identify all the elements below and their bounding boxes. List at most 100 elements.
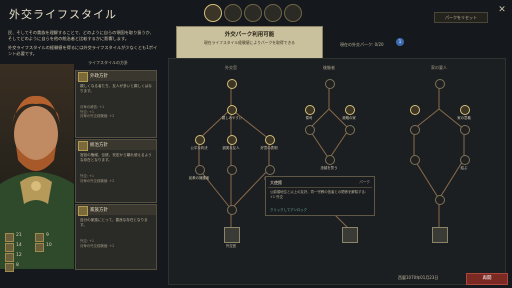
resume-button[interactable]: 再開 bbox=[466, 273, 508, 285]
tooltip-body: 公爵領地位と以上の友好、同一宗教の信者との関係を解除する：+1 外交 bbox=[270, 190, 369, 199]
perk-node[interactable] bbox=[460, 105, 470, 115]
stat-value: 21 bbox=[16, 233, 22, 238]
perk-node[interactable] bbox=[410, 105, 420, 115]
perk-node[interactable] bbox=[265, 165, 275, 175]
banner-title: 外交パーク利用可能 bbox=[224, 32, 275, 38]
focus-desc: 宮廷の権威、伝統、安定から離れ使えるような存在となります。 bbox=[80, 153, 152, 162]
perk-node[interactable] bbox=[227, 135, 237, 145]
perk-node[interactable] bbox=[305, 125, 315, 135]
stat-learning[interactable]: 12 bbox=[5, 252, 35, 262]
perk-tree: 外交官 後継者 家の要人 親しみやすい 公平な判決 誠実な友人 好意の表明 民衆… bbox=[168, 58, 506, 285]
stat-value: 10 bbox=[46, 243, 52, 248]
focus-name: 統治方針 bbox=[90, 143, 108, 148]
diplomat-trait-icon[interactable] bbox=[224, 227, 240, 243]
stat-martial[interactable]: 10 bbox=[35, 242, 65, 252]
focus-card-statecraft[interactable]: 統治方針 宮廷の権威、伝統、安定から離れ使えるような存在となります。 外交: +… bbox=[75, 139, 157, 203]
intro-text: 民、そしてその貴族を理解することで、どのように自らの領国を取り扱うか、そしてどの… bbox=[8, 30, 154, 41]
martial-icon bbox=[35, 243, 44, 252]
perk-node[interactable] bbox=[325, 155, 335, 165]
patriarch-trait-icon[interactable] bbox=[432, 227, 448, 243]
learning-icon bbox=[5, 253, 14, 262]
tab-intrigue-icon[interactable] bbox=[264, 4, 282, 22]
perk-label: 親しみやすい bbox=[221, 116, 243, 120]
perk-label: 家の意義 bbox=[457, 116, 471, 120]
stat-value: 14 bbox=[16, 243, 22, 248]
focus-stats: 外交: +1 月毎の外交経験値: +2 bbox=[80, 239, 115, 248]
focus-foreign-icon bbox=[78, 72, 88, 82]
focus-stats: 外交: +1 月毎の外交経験値: +2 bbox=[80, 174, 115, 183]
tab-diplomacy-icon[interactable] bbox=[204, 4, 222, 22]
perk-node[interactable] bbox=[265, 135, 275, 145]
focus-desc: 親しくなる者たち、友人が多いと親しくはなります。 bbox=[80, 84, 152, 93]
focus-desc: 自分の家族にとって、善良な存在となります。 bbox=[80, 218, 148, 227]
perk-count: 現在の外交パーク: 0/20 bbox=[340, 42, 384, 47]
stewardship-icon bbox=[5, 243, 14, 252]
intro-experience-text: 外交ライフスタイルの経験値を得るには外交ライフスタイルが少なくとも1ポイント必要… bbox=[8, 45, 158, 56]
perk-label: 外交官 bbox=[225, 244, 237, 248]
date-display: 西暦1070年01月23日 bbox=[398, 275, 439, 280]
focus-statecraft-icon bbox=[78, 141, 88, 151]
stat-stewardship[interactable]: 14 bbox=[5, 242, 35, 252]
lifestyle-tabs bbox=[200, 4, 320, 24]
perk-label: 公平な判決 bbox=[190, 146, 208, 150]
focus-card-family[interactable]: 家族方針 自分の家族にとって、善良な存在となります。 外交: +1 月毎の外交経… bbox=[75, 204, 157, 270]
perk-node[interactable] bbox=[227, 205, 237, 215]
perk-label: 誠実な友人 bbox=[222, 146, 240, 150]
stat-diplomacy[interactable]: 21 bbox=[5, 232, 35, 242]
tab-stewardship-icon[interactable] bbox=[244, 4, 262, 22]
banner-desc: 現在ライフスタイル経験値によりパークを取得できる bbox=[204, 40, 295, 45]
perk-node[interactable] bbox=[410, 125, 420, 135]
august-trait-icon[interactable] bbox=[342, 227, 358, 243]
focus-family-icon bbox=[78, 206, 88, 216]
perk-label: 祭司 bbox=[305, 116, 313, 120]
column-header: 後継者 bbox=[323, 65, 335, 70]
perk-label: 政略の家 bbox=[342, 116, 356, 120]
perk-node[interactable] bbox=[195, 165, 205, 175]
perk-node[interactable] bbox=[227, 105, 237, 115]
prowess-icon bbox=[5, 263, 14, 272]
stat-value: 8 bbox=[16, 263, 19, 268]
stat-intrigue[interactable]: 9 bbox=[35, 232, 65, 242]
intrigue-icon bbox=[35, 233, 44, 242]
perk-tooltip: 大使館 パーク 公爵領地位と以上の友好、同一宗教の信者との関係を解除する：+1 … bbox=[265, 176, 375, 216]
perk-node[interactable] bbox=[325, 79, 335, 89]
reset-perks-button[interactable]: パークをリセット bbox=[434, 12, 488, 23]
stat-value: 12 bbox=[16, 253, 22, 258]
perk-available-banner: 外交パーク利用可能 現在ライフスタイル経験値によりパークを取得できる bbox=[176, 26, 323, 62]
tab-learning-icon[interactable] bbox=[284, 4, 302, 22]
tooltip-title: 大使館 bbox=[270, 180, 282, 185]
perk-points-badge: 1 bbox=[396, 38, 404, 46]
close-button[interactable]: ✕ bbox=[497, 5, 507, 15]
tab-martial-icon[interactable] bbox=[224, 4, 242, 22]
perk-label: 民衆の擁護者 bbox=[188, 176, 210, 180]
perk-node[interactable] bbox=[410, 155, 420, 165]
page-title: 外交ライフスタイル bbox=[9, 8, 117, 21]
tooltip-hint: クリックしてアンロック bbox=[270, 208, 308, 212]
perk-node[interactable] bbox=[227, 79, 237, 89]
perk-label: 好意の表明 bbox=[260, 146, 278, 150]
perk-node[interactable] bbox=[435, 79, 445, 89]
perk-label: 忠誠を誓う bbox=[320, 166, 338, 170]
diplomacy-icon bbox=[5, 233, 14, 242]
perk-node[interactable] bbox=[460, 125, 470, 135]
perk-node[interactable] bbox=[460, 155, 470, 165]
perk-node[interactable] bbox=[435, 195, 445, 205]
perk-node[interactable] bbox=[345, 105, 355, 115]
perk-node[interactable] bbox=[345, 125, 355, 135]
focus-stats: 月毎の威信: +1 外交: +1 月毎の外交経験値: +2 bbox=[80, 105, 115, 119]
perk-node[interactable] bbox=[305, 105, 315, 115]
perk-node[interactable] bbox=[227, 165, 237, 175]
focus-name: 家族方針 bbox=[90, 208, 108, 213]
perk-label: 結ぶ bbox=[460, 166, 468, 170]
tooltip-kind: パーク bbox=[359, 180, 370, 184]
stat-prowess[interactable]: 8 bbox=[5, 262, 35, 272]
focus-panel-title: ライフスタイルの方針 bbox=[88, 60, 128, 65]
column-header: 家の要人 bbox=[431, 65, 447, 70]
perk-connections bbox=[198, 83, 465, 230]
focus-name: 外政方針 bbox=[90, 74, 108, 79]
column-header: 外交官 bbox=[225, 65, 237, 70]
perk-node[interactable] bbox=[195, 135, 205, 145]
focus-card-foreign[interactable]: 外政方針 親しくなる者たち、友人が多いと親しくはなります。 月毎の威信: +1 … bbox=[75, 70, 157, 138]
tooltip-divider bbox=[268, 187, 372, 188]
stat-value: 9 bbox=[46, 233, 49, 238]
